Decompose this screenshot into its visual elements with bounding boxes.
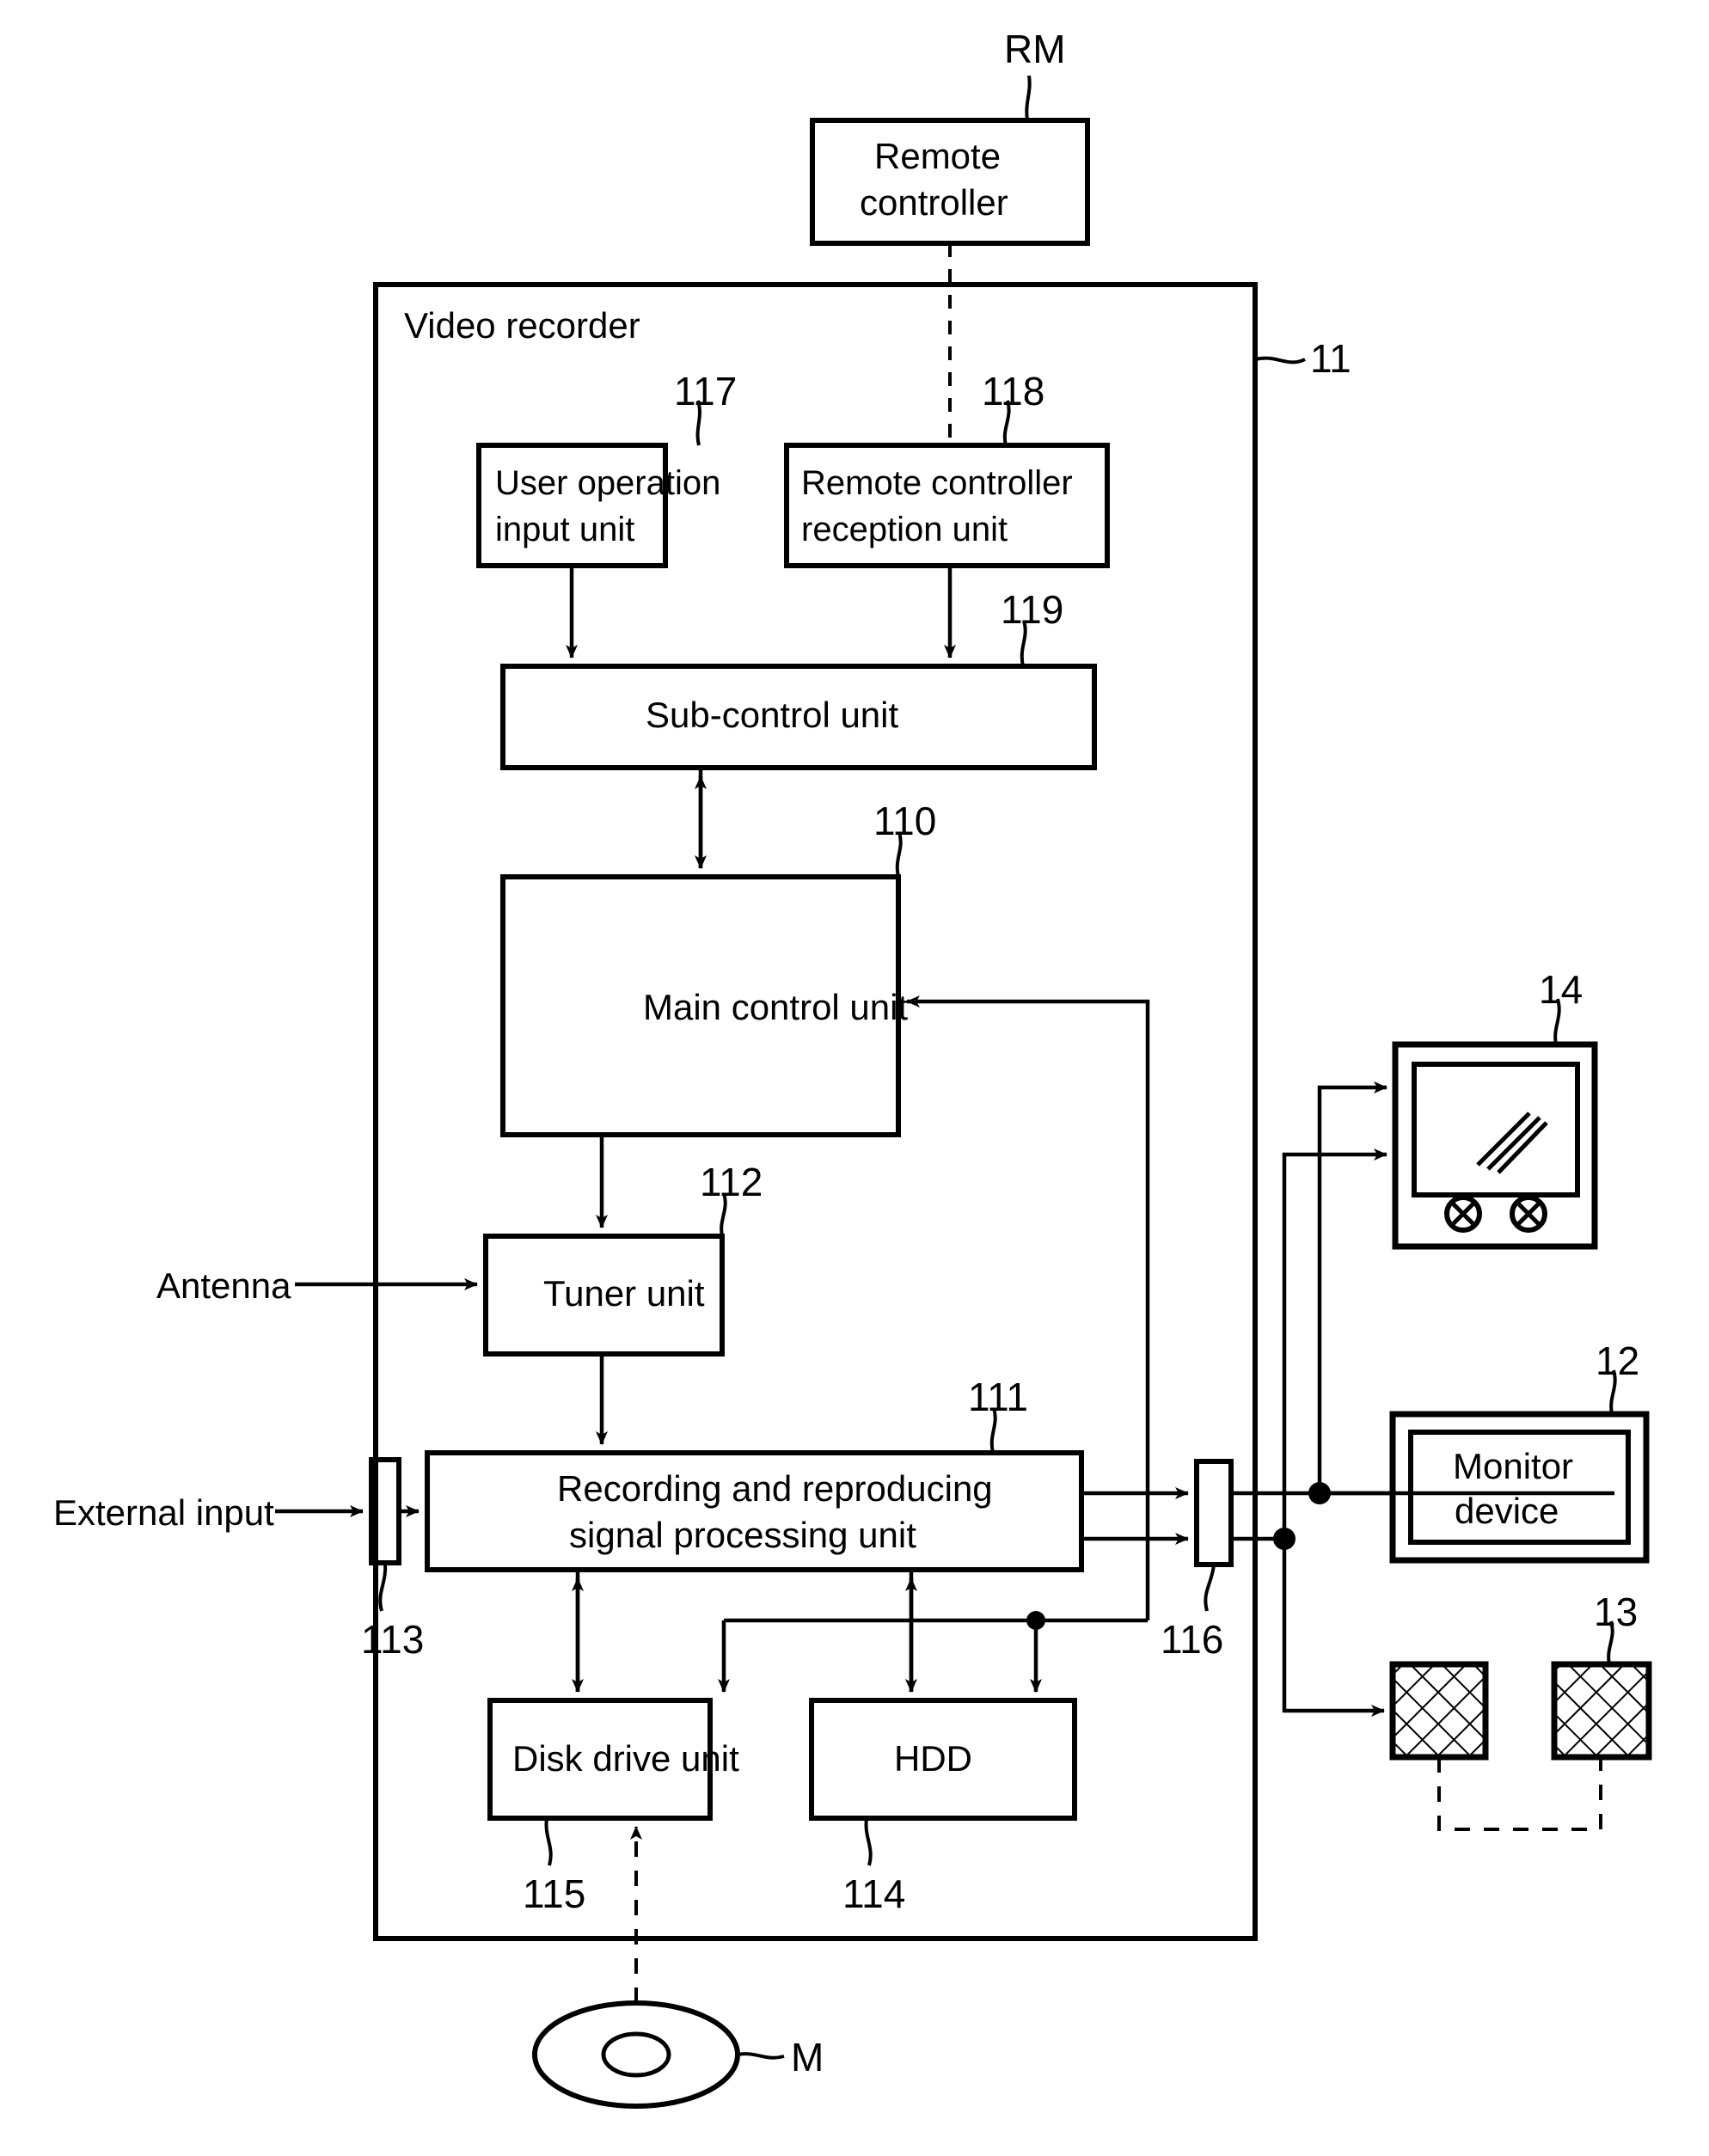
ref-13: 13 — [1594, 1589, 1639, 1634]
ref-rm: RM — [1004, 27, 1066, 71]
user-operation-input-unit-label-line2: input unit — [495, 511, 635, 548]
monitor-device-label-line1: Monitor — [1453, 1446, 1574, 1486]
diagram-canvas — [275, 75, 1652, 2109]
remote-controller-label-line1: Remote — [874, 136, 1002, 176]
remote-controller-label-line2: controller — [860, 182, 1008, 223]
main-control-unit-label: Main control unit — [643, 987, 909, 1027]
ref-111: 111 — [968, 1375, 1028, 1419]
ref-m: M — [791, 2035, 824, 2079]
patent-figure-block-diagram: RM Remote controller Video recorder 11 1… — [0, 0, 1709, 2156]
recording-reproducing-unit-label-line2: signal processing unit — [569, 1515, 916, 1555]
ref-14: 14 — [1539, 967, 1583, 1012]
sub-control-unit-label: Sub-control unit — [646, 695, 899, 735]
ref-116: 116 — [1161, 1617, 1224, 1662]
ref-112: 112 — [700, 1160, 763, 1204]
disk-drive-unit-label: Disk drive unit — [512, 1738, 739, 1779]
tuner-unit-label: Tuner unit — [543, 1273, 705, 1314]
ref-110: 110 — [873, 799, 937, 843]
ref-12: 12 — [1596, 1338, 1640, 1383]
ref-117: 117 — [674, 369, 738, 413]
system-label: Video recorder — [404, 305, 640, 346]
ref-115: 115 — [523, 1871, 586, 1916]
ref-119: 119 — [1001, 587, 1064, 632]
ref-118: 118 — [982, 369, 1045, 413]
ref-11: 11 — [1310, 336, 1351, 381]
hdd-label: HDD — [894, 1738, 972, 1779]
ref-114: 114 — [842, 1871, 906, 1916]
remote-controller-reception-unit-label-line2: reception unit — [801, 511, 1008, 548]
user-operation-input-unit-label-line1: User operation — [495, 464, 721, 502]
external-input-label: External input — [53, 1492, 274, 1533]
ref-113: 113 — [361, 1617, 425, 1662]
recording-reproducing-unit-label-line1: Recording and reproducing — [557, 1468, 993, 1509]
antenna-label: Antenna — [156, 1265, 291, 1306]
remote-controller-reception-unit-label-line1: Remote controller — [801, 464, 1073, 502]
monitor-device-label-line2: device — [1455, 1491, 1559, 1531]
